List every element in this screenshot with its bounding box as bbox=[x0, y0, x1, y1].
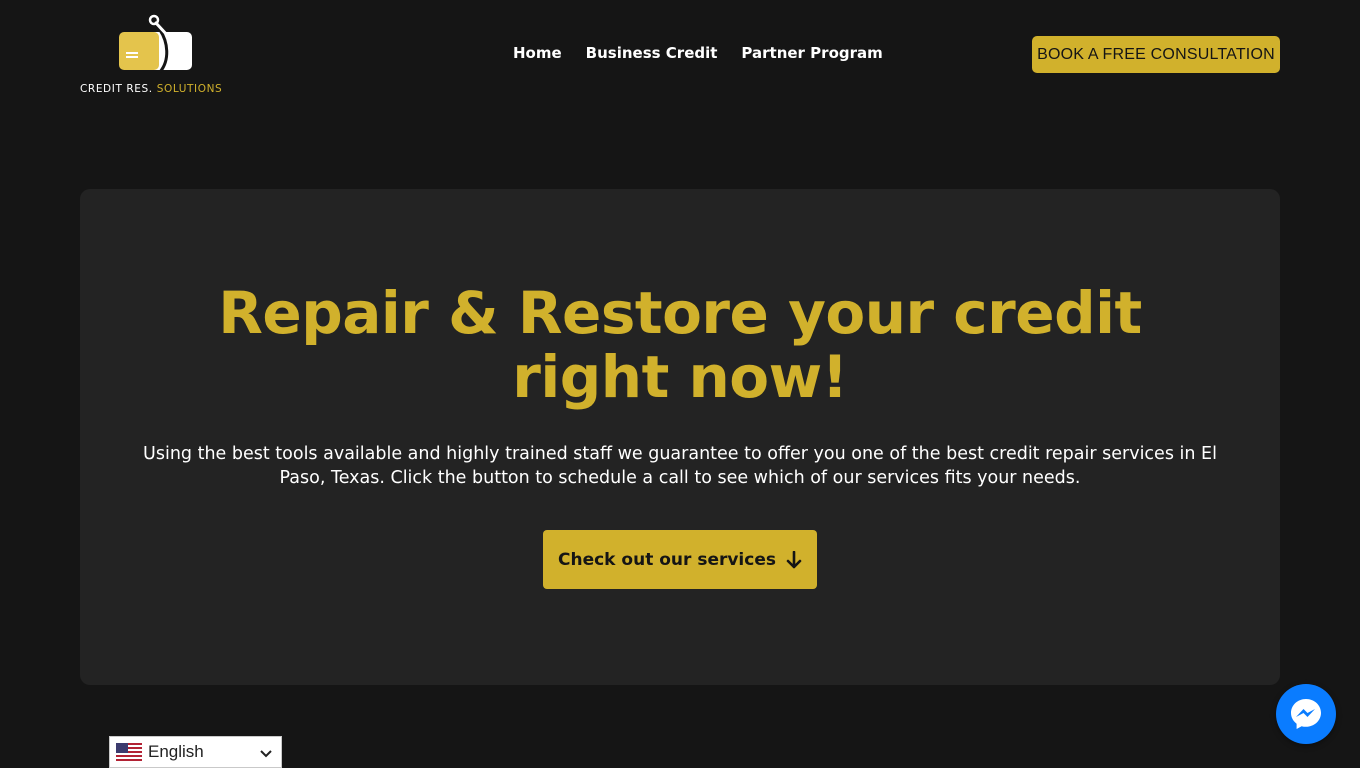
nav-item-home[interactable]: Home bbox=[513, 44, 562, 62]
logo-text: CREDIT RES. SOLUTIONS bbox=[80, 83, 222, 95]
us-flag-icon bbox=[116, 743, 142, 761]
hero-card: Repair & Restore your credit right now! … bbox=[80, 189, 1280, 685]
check-services-button[interactable]: Check out our services bbox=[543, 530, 817, 589]
logo-text-main: CREDIT RES. bbox=[80, 83, 153, 95]
hero-description: Using the best tools available and highl… bbox=[143, 444, 1217, 488]
site-logo[interactable]: CREDIT RES. SOLUTIONS bbox=[80, 14, 240, 96]
hero-title: Repair & Restore your credit right now! bbox=[218, 279, 1142, 411]
credit-card-wrench-icon bbox=[119, 14, 192, 73]
nav-item-business-credit[interactable]: Business Credit bbox=[586, 44, 718, 62]
nav-item-partner-program[interactable]: Partner Program bbox=[741, 44, 882, 62]
arrow-down-icon bbox=[786, 550, 802, 568]
language-label: English bbox=[148, 742, 204, 761]
check-services-label: Check out our services bbox=[558, 549, 776, 570]
messenger-icon bbox=[1291, 699, 1321, 729]
site-header: CREDIT RES. SOLUTIONS Home Business Cred… bbox=[0, 0, 1360, 110]
logo-text-accent: SOLUTIONS bbox=[156, 83, 223, 95]
language-selector[interactable]: English bbox=[109, 736, 282, 768]
book-consultation-button[interactable]: BOOK A FREE CONSULTATION bbox=[1032, 36, 1280, 73]
messenger-chat-button[interactable] bbox=[1276, 684, 1336, 744]
main-nav: Home Business Credit Partner Program bbox=[513, 44, 883, 62]
chevron-down-icon bbox=[260, 750, 272, 758]
